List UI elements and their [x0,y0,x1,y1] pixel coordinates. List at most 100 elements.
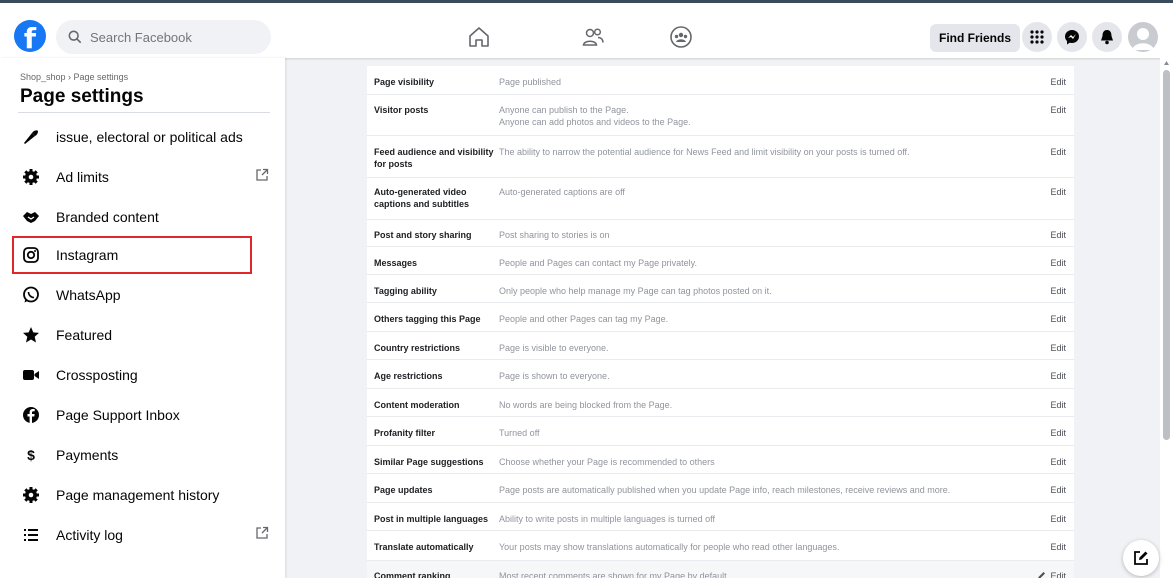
setting-description: Page published [499,77,562,87]
facebook-logo-icon[interactable]: f [14,20,46,52]
settings-row-similar-page-suggestions[interactable]: Similar Page suggestions Choose whether … [367,446,1074,474]
edit-link[interactable]: Edit [1050,76,1066,88]
page-settings-list: Page visibility Page published Edit Visi… [367,66,1074,578]
settings-row-tagging-ability[interactable]: Tagging ability Only people who help man… [367,275,1074,303]
setting-name: Page visibility [374,77,435,87]
edit-link[interactable]: Edit [1050,541,1066,553]
edit-link[interactable]: Edit [1050,285,1066,297]
search-box[interactable] [56,20,271,54]
settings-row-page-visibility[interactable]: Page visibility Page published Edit [367,66,1074,95]
dollar-icon: $ [27,447,35,463]
scrollbar-thumb[interactable] [1163,70,1170,440]
page-title: Page settings [20,86,144,107]
setting-name: Age restrictions [374,371,443,381]
sidebar-item-activity-log[interactable]: Activity log [12,516,252,554]
settings-row-translate-automatically[interactable]: Translate automatically Your posts may s… [367,531,1074,561]
settings-row-messages[interactable]: Messages People and Pages can contact my… [367,247,1074,275]
sidebar-item-ad-limits[interactable]: Ad limits [12,158,252,196]
friends-icon[interactable] [580,24,606,50]
setting-description: No words are being blocked from the Page… [499,400,673,410]
sidebar-item-page-management-history[interactable]: Page management history [12,476,252,514]
setting-description: Ability to write posts in multiple langu… [499,514,715,524]
sidebar-item-label: Page Support Inbox [56,407,180,423]
sidebar-item-featured[interactable]: Featured [12,316,252,354]
messenger-icon[interactable] [1057,22,1087,52]
settings-row-visitor-posts[interactable]: Visitor posts Anyone can publish to the … [367,95,1074,136]
groups-icon[interactable] [668,24,694,50]
edit-link[interactable]: Edit [1050,229,1066,241]
setting-description: People and Pages can contact my Page pri… [499,258,697,268]
divider [18,112,270,113]
top-navigation-bar: f Find Friends [0,0,1173,58]
sidebar-item-payments[interactable]: $ Payments [12,436,252,474]
breadcrumb[interactable]: Shop_shop › Page settings [20,72,128,82]
setting-description: The ability to narrow the potential audi… [499,147,910,157]
settings-row-country-restrictions[interactable]: Country restrictions Page is visible to … [367,332,1074,360]
setting-description: Anyone can publish to the Page. [499,105,629,115]
edit-link[interactable]: Edit [1050,456,1066,468]
settings-row-age-restrictions[interactable]: Age restrictions Page is shown to everyo… [367,360,1074,389]
settings-row-post-story-sharing[interactable]: Post and story sharing Post sharing to s… [367,220,1074,247]
list-icon [20,524,42,546]
sidebar-item-label: Featured [56,327,113,343]
settings-row-auto-captions[interactable]: Auto-generated video captions and subtit… [367,178,1074,220]
edit-link[interactable]: Edit [1050,146,1066,158]
edit-link[interactable]: Edit [1050,427,1066,439]
settings-row-content-moderation[interactable]: Content moderation No words are being bl… [367,389,1074,417]
edit-link[interactable]: Edit [1050,399,1066,411]
edit-link[interactable]: Edit [1050,513,1066,525]
setting-description: Choose whether your Page is recommended … [499,457,715,467]
settings-row-multiple-languages[interactable]: Post in multiple languages Ability to wr… [367,503,1074,531]
sidebar-item-political-ads[interactable]: issue, electoral or political ads [12,118,252,156]
edit-link[interactable]: Edit [1050,313,1066,325]
setting-name: Similar Page suggestions [374,457,484,467]
menu-grid-icon[interactable] [1022,22,1052,52]
settings-row-profanity-filter[interactable]: Profanity filter Turned off Edit [367,417,1074,446]
sidebar-item-page-support-inbox[interactable]: Page Support Inbox [12,396,252,434]
setting-description: Your posts may show translations automat… [499,542,840,552]
edit-link[interactable]: Edit [1050,104,1066,116]
edit-link[interactable]: Edit [1050,570,1066,578]
setting-name: Comment ranking [374,571,451,578]
sidebar-item-whatsapp[interactable]: WhatsApp [12,276,252,314]
settings-row-feed-audience[interactable]: Feed audience and visibility for posts T… [367,136,1074,178]
setting-name: Post in multiple languages [374,514,489,524]
setting-name: Country restrictions [374,343,461,353]
setting-description: Only people who help manage my Page can … [499,286,772,296]
search-input[interactable] [90,29,260,45]
sidebar-item-label: issue, electoral or political ads [56,129,243,145]
sidebar-item-label: Branded content [56,209,159,225]
setting-description: Page posts are automatically published w… [499,485,951,495]
notifications-bell-icon[interactable] [1092,22,1122,52]
setting-name: Visitor posts [374,105,429,115]
setting-name: Page updates [374,485,433,495]
edit-link[interactable]: Edit [1050,342,1066,354]
whatsapp-icon [20,284,42,306]
profile-avatar[interactable] [1128,22,1158,52]
edit-link[interactable]: Edit [1050,370,1066,382]
setting-name: Post and story sharing [374,230,472,240]
compose-icon [1134,551,1148,565]
sidebar-item-crossposting[interactable]: Crossposting [12,356,252,394]
edit-link[interactable]: Edit [1050,186,1066,198]
page-scrollbar[interactable] [1160,58,1173,578]
edit-link[interactable]: Edit [1050,484,1066,496]
external-link-icon[interactable] [255,526,269,540]
sidebar-item-label: Payments [56,447,119,463]
handshake-icon [20,206,42,228]
new-message-button[interactable] [1123,540,1159,576]
sidebar-item-label: Ad limits [56,169,109,185]
gear-icon [20,484,42,506]
scroll-up-arrow-icon[interactable] [1163,60,1170,66]
external-link-icon[interactable] [255,168,269,182]
settings-row-page-updates[interactable]: Page updates Page posts are automaticall… [367,474,1074,503]
home-icon[interactable] [466,24,492,50]
find-friends-button[interactable]: Find Friends [930,24,1020,52]
settings-row-comment-ranking[interactable]: Comment ranking Most recent comments are… [367,561,1074,578]
sidebar-item-branded-content[interactable]: Branded content [12,198,252,236]
star-icon [20,324,42,346]
setting-description: People and other Pages can tag my Page. [499,314,669,324]
edit-link[interactable]: Edit [1050,257,1066,269]
settings-row-others-tagging[interactable]: Others tagging this Page People and othe… [367,303,1074,332]
sidebar-item-instagram[interactable]: Instagram [12,236,252,274]
